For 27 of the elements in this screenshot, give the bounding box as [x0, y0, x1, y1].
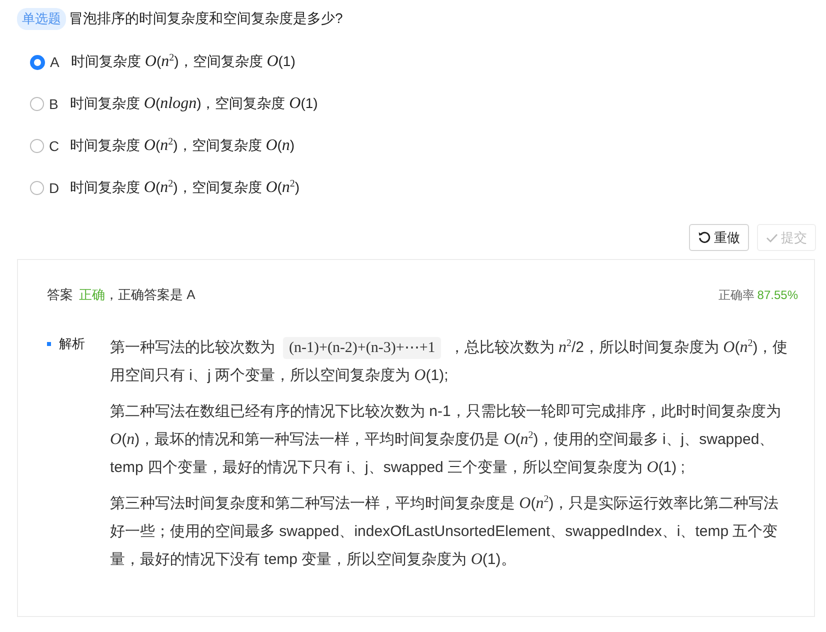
question-type-tag: 单选题	[17, 8, 66, 30]
analysis-label: 解析	[59, 335, 85, 353]
option-text: 时间复杂度 O(nlogn)，空间复杂度 O(1)	[70, 95, 318, 113]
explanation-text: 第一种写法的比较次数为 (n-1)+(n-2)+(n-3)+⋯+1 ，总比较次数为 n$^{2}$/2，所以时间复杂度为 O(n$^{2}$)，使用空间只有 i、j 两个变量，所以空间复杂度为 O(1);	[110, 336, 789, 386]
option-letter: D	[49, 180, 60, 196]
explanation-text: 第二种写法在数组已经有序的情况下比较次数为 n-1，只需比较一轮即可完成排序，此时时间复杂度为 O(n)，最坏的情况和第一种写法一样，平均时间复杂度仍是 O(n$^{2}$)，使用的空间最多 i、j、swapped、temp 四个变量，最好的情况下只有 i、j、swapped 三个变量，所以空间复杂度为 O(1) ;	[110, 402, 782, 478]
accuracy-label: 正确率	[718, 288, 754, 302]
answer-label: 答案	[47, 287, 73, 302]
option-letter: B	[49, 96, 60, 112]
radio-button[interactable]	[30, 54, 45, 70]
radio-button[interactable]	[30, 139, 44, 153]
option-text: 时间复杂度 O(n$^{2}$)，空间复杂度 O(1)	[71, 53, 296, 71]
redo-icon	[698, 231, 711, 244]
option-letter: C	[49, 138, 60, 154]
explanation-text: 第三种写法时间复杂度和第二种写法一样，平均时间复杂度是 O(n$^{2}$)，只是实际运行效率比第二种写法好一些；使用的空间最多 swapped、indexOfLastUnsortedElement、swappedIndex、i、temp 五个变量，最好的情况下没有 temp 变量，所以空间复杂度为 O(1)。	[110, 493, 780, 570]
radio-button[interactable]	[30, 97, 44, 111]
redo-button[interactable]: 重做	[689, 224, 749, 251]
verdict-text: 正确	[79, 287, 105, 302]
radio-button[interactable]	[30, 181, 44, 195]
option-text: 时间复杂度 O(n$^{2}$)，空间复杂度 O(n)	[70, 137, 295, 155]
bullet-icon	[47, 342, 51, 346]
question-text: 冒泡排序的时间复杂度和空间复杂度是多少?	[69, 10, 343, 28]
option-text: 时间复杂度 O(n$^{2}$)，空间复杂度 O(n$^{2}$)	[70, 179, 300, 197]
correct-answer-text: ，正确答案是 A	[105, 287, 196, 302]
accuracy-value: 87.55%	[757, 288, 798, 302]
check-icon	[766, 232, 778, 242]
option-letter: A	[50, 54, 60, 70]
